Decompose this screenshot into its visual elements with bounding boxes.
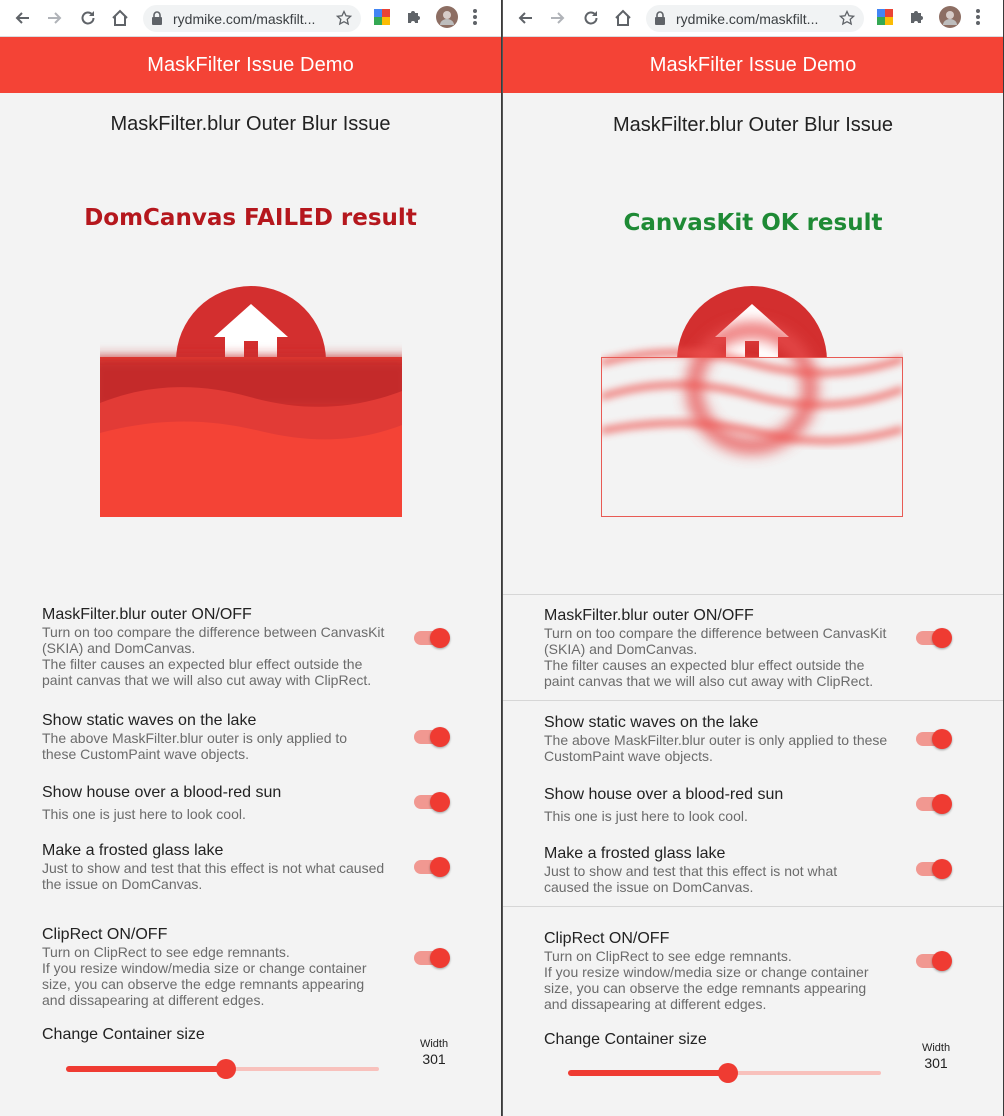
static-waves-switch[interactable] <box>916 728 952 750</box>
reload-icon[interactable] <box>581 8 601 28</box>
slider-thumb[interactable] <box>215 1059 236 1079</box>
house-sun-switch[interactable] <box>916 793 952 815</box>
slider-thumb[interactable] <box>717 1063 738 1083</box>
container-size-slider[interactable] <box>66 1058 379 1080</box>
cliprect-switch[interactable] <box>916 950 952 972</box>
slider-active-track <box>66 1066 226 1072</box>
app-bar: MaskFilter Issue Demo <box>0 37 501 93</box>
google-extension-icon[interactable] <box>373 8 391 31</box>
lock-icon <box>654 11 666 30</box>
width-value: 301 <box>422 1051 446 1067</box>
maskfilter-blur-switch[interactable] <box>414 627 450 649</box>
right-browser-window: rydmike.com/maskfilt... MaskFilter Issue… <box>502 0 1003 1116</box>
more-menu-icon[interactable] <box>472 8 478 31</box>
slider-label: Change Container size <box>42 1026 205 1043</box>
page-subtitle: MaskFilter.blur Outer Blur Issue <box>110 113 391 135</box>
slider-active-track <box>568 1070 728 1076</box>
static-waves-switch[interactable] <box>414 726 450 748</box>
forward-arrow-icon[interactable] <box>548 8 568 28</box>
extensions-puzzle-icon[interactable] <box>908 8 926 31</box>
slider-label: Change Container size <box>544 1031 707 1048</box>
width-caption: Width <box>419 1038 449 1050</box>
container-size-slider[interactable] <box>568 1062 881 1084</box>
back-arrow-icon[interactable] <box>515 8 535 28</box>
google-extension-icon[interactable] <box>876 8 894 31</box>
setting-title: MaskFilter.blur outer ON/OFF <box>544 607 754 624</box>
url-text: rydmike.com/maskfilt... <box>173 11 316 27</box>
setting-title: MaskFilter.blur outer ON/OFF <box>42 606 252 623</box>
section-divider <box>503 594 1003 595</box>
bookmark-star-icon[interactable] <box>335 9 353 31</box>
section-divider <box>503 700 1003 701</box>
url-text: rydmike.com/maskfilt... <box>676 11 819 27</box>
canvas-scene <box>100 285 402 517</box>
page-subtitle: MaskFilter.blur Outer Blur Issue <box>612 114 894 136</box>
house-sun-switch[interactable] <box>414 791 450 813</box>
back-arrow-icon[interactable] <box>12 8 32 28</box>
profile-avatar-icon[interactable] <box>436 6 458 33</box>
setting-title: ClipRect ON/OFF <box>42 926 168 943</box>
address-bar[interactable]: rydmike.com/maskfilt... <box>143 5 361 32</box>
forward-arrow-icon[interactable] <box>45 8 65 28</box>
address-bar[interactable]: rydmike.com/maskfilt... <box>646 5 864 32</box>
result-label: CanvasKit OK result <box>623 210 883 236</box>
result-label: DomCanvas FAILED result <box>84 205 417 231</box>
home-icon[interactable] <box>613 8 633 28</box>
canvas-scene <box>601 285 903 517</box>
left-browser-window: rydmike.com/maskfilt... MaskFilter Issue… <box>0 0 501 1116</box>
app-bar-title: MaskFilter Issue Demo <box>649 53 857 76</box>
setting-title: ClipRect ON/OFF <box>544 930 670 947</box>
app-bar: MaskFilter Issue Demo <box>503 37 1003 93</box>
width-value: 301 <box>924 1055 948 1071</box>
profile-avatar-icon[interactable] <box>939 6 961 33</box>
app-bar-title: MaskFilter Issue Demo <box>147 53 354 76</box>
width-caption: Width <box>921 1042 951 1054</box>
extensions-puzzle-icon[interactable] <box>405 8 423 31</box>
section-divider <box>503 906 1003 907</box>
browser-toolbar: rydmike.com/maskfilt... <box>0 0 501 37</box>
reload-icon[interactable] <box>78 8 98 28</box>
maskfilter-blur-switch[interactable] <box>916 627 952 649</box>
cliprect-switch[interactable] <box>414 947 450 969</box>
home-icon[interactable] <box>110 8 130 28</box>
frosted-glass-switch[interactable] <box>414 856 450 878</box>
frosted-glass-switch[interactable] <box>916 858 952 880</box>
lock-icon <box>151 11 163 30</box>
browser-toolbar: rydmike.com/maskfilt... <box>503 0 1003 37</box>
bookmark-star-icon[interactable] <box>838 9 856 31</box>
more-menu-icon[interactable] <box>975 8 981 31</box>
